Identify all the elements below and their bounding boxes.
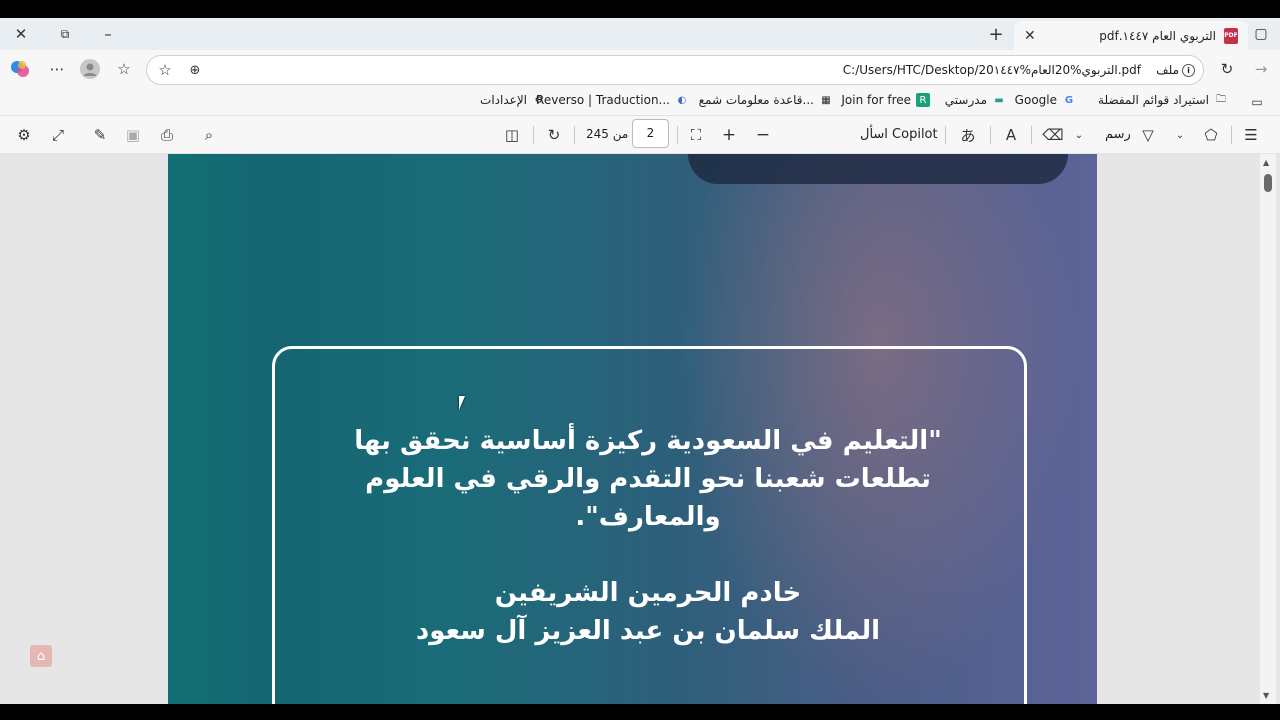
- scrollbar-thumb[interactable]: [1264, 174, 1272, 192]
- chevron-down-icon[interactable]: ⌄: [1169, 124, 1191, 146]
- contents-icon[interactable]: ☰: [1240, 124, 1262, 146]
- close-tab-icon[interactable]: ✕: [1024, 28, 1036, 44]
- tab-actions-icon[interactable]: ▢: [1250, 24, 1272, 44]
- translate-icon[interactable]: あ: [957, 124, 979, 146]
- collections-icon[interactable]: ▭: [1247, 92, 1267, 112]
- address-bar[interactable]: ☆ ⊕ C:/Users/HTC/Desktop/التربوي%20العام…: [146, 55, 1204, 85]
- r-app-icon: R: [916, 93, 930, 107]
- pdf-viewer: "التعليم في السعودية ركيزة أساسية نحقق ب…: [0, 154, 1280, 704]
- zoom-in-icon[interactable]: +: [718, 124, 740, 146]
- bookmark-label: Join for free: [841, 93, 911, 107]
- bookmark-label: مدرستي: [944, 93, 987, 107]
- fit-page-icon[interactable]: ⛶: [685, 124, 707, 146]
- url-text: C:/Users/HTC/Desktop/التربوي%20العام%20١…: [842, 63, 1141, 77]
- eraser-icon[interactable]: ⌫: [1042, 124, 1064, 146]
- info-icon[interactable]: i: [1182, 64, 1195, 77]
- import-favorites-icon: 🗀: [1216, 93, 1226, 105]
- tab-title: التربوي العام ١٤٤٧.pdf: [1099, 28, 1216, 43]
- quote-line: والمعارف".: [575, 502, 721, 532]
- settings-icon[interactable]: ⚙: [13, 124, 35, 146]
- restore-window-button[interactable]: ⧉: [52, 24, 78, 44]
- bookmark-google[interactable]: Google G: [1015, 93, 1076, 107]
- mouse-cursor: [459, 396, 471, 410]
- search-icon[interactable]: ⌕: [198, 124, 220, 146]
- fullscreen-icon[interactable]: ⤢: [47, 124, 69, 146]
- draw-icon[interactable]: ▽: [1137, 124, 1159, 146]
- copilot-button[interactable]: اسأل Copilot: [860, 127, 938, 142]
- rotate-icon[interactable]: ↻: [543, 124, 565, 146]
- refresh-icon[interactable]: ↻: [1216, 59, 1238, 79]
- close-window-button[interactable]: ✕: [8, 24, 34, 44]
- forward-icon[interactable]: →: [1250, 59, 1272, 79]
- madrasati-icon: ▬: [994, 94, 1004, 106]
- pdf-page: "التعليم في السعودية ركيزة أساسية نحقق ب…: [168, 154, 1097, 704]
- quote-line: "التعليم في السعودية ركيزة أساسية نحقق ب…: [354, 426, 942, 456]
- page-count: من 245: [586, 127, 629, 141]
- new-tab-button[interactable]: +: [984, 24, 1008, 45]
- google-icon: G: [1064, 94, 1074, 106]
- pdf-icon: PDF: [1224, 27, 1238, 44]
- bookmark-madrasati[interactable]: مدرستي ▬: [945, 93, 1006, 107]
- favorites-icon[interactable]: ☆: [113, 59, 135, 79]
- reverso-icon: ◐: [677, 94, 687, 106]
- address-bar-row: ⋯ ☆ ☆ ⊕ C:/Users/HTC/Desktop/التربوي%20ا…: [0, 50, 1280, 88]
- bookmark-database[interactable]: قاعدة معلومات شمع... ▦: [699, 93, 833, 107]
- database-icon: ▦: [821, 94, 831, 106]
- chevron-down-icon[interactable]: ⌄: [1068, 124, 1090, 146]
- draw-button[interactable]: رسم: [1105, 127, 1131, 142]
- zoom-icon[interactable]: ⊕: [185, 60, 205, 80]
- bookmark-label: Google: [1014, 93, 1057, 107]
- bookmark-import[interactable]: استيراد قوائم المفضلة 🗀: [1098, 93, 1228, 107]
- author-title: خادم الحرمين الشريفين: [494, 578, 802, 608]
- bookmark-label: استيراد قوائم المفضلة: [1098, 93, 1209, 107]
- profile-avatar[interactable]: [79, 58, 101, 80]
- tab-active[interactable]: PDF التربوي العام ١٤٤٧.pdf ✕: [1014, 21, 1248, 50]
- author-name: الملك سلمان بن عبد العزيز آل سعود: [415, 616, 881, 646]
- bookmark-join[interactable]: Join for free R: [841, 93, 930, 107]
- page-number-input[interactable]: 2: [632, 119, 669, 148]
- favorite-star-icon[interactable]: ☆: [155, 60, 175, 80]
- bookmark-label: Reverso | Traduction...: [536, 93, 670, 107]
- photo-headband: [688, 154, 1068, 184]
- bookmark-settings[interactable]: الإعدادات ⚙: [480, 93, 546, 107]
- highlight-icon[interactable]: ⬠: [1200, 124, 1222, 146]
- bookmark-label: الإعدادات: [480, 93, 527, 107]
- save-icon[interactable]: ▣: [122, 124, 144, 146]
- browser-window: ✕ ⧉ – + PDF التربوي العام ١٤٤٧.pdf ✕ ▢ ⋯…: [0, 18, 1280, 704]
- quote-line: تطلعات شعبنا نحو التقدم والرقي في العلوم: [365, 464, 931, 494]
- edit-icon[interactable]: ✎: [89, 124, 111, 146]
- more-menu-icon[interactable]: ⋯: [46, 59, 68, 79]
- zoom-out-icon[interactable]: −: [752, 124, 774, 146]
- copilot-icon[interactable]: [8, 58, 32, 80]
- pdf-app-icon[interactable]: ⌂: [30, 645, 52, 667]
- print-icon[interactable]: ⎙: [156, 124, 178, 146]
- page-view-icon[interactable]: ◫: [501, 124, 523, 146]
- vertical-scrollbar[interactable]: ▲ ▼: [1260, 154, 1276, 704]
- flag-background: [168, 154, 288, 704]
- tab-strip: ✕ ⧉ – + PDF التربوي العام ١٤٤٧.pdf ✕ ▢: [0, 18, 1280, 50]
- bookmark-reverso[interactable]: Reverso | Traduction... ◐: [536, 93, 689, 107]
- bookmarks-bar: ▭ استيراد قوائم المفضلة 🗀 Google G مدرستي ▬…: [0, 88, 1280, 116]
- gear-icon: ⚙: [534, 94, 544, 106]
- file-label: ملف: [1156, 63, 1179, 77]
- minimize-window-button[interactable]: –: [95, 24, 121, 44]
- bookmark-label: قاعدة معلومات شمع...: [698, 93, 814, 107]
- read-aloud-icon[interactable]: A: [1000, 124, 1022, 146]
- pdf-toolbar: ⚙ ⤢ ✎ ▣ ⎙ ⌕ ◫ ↻ من 245 2 ⛶ + − اسأل Copi…: [0, 116, 1280, 154]
